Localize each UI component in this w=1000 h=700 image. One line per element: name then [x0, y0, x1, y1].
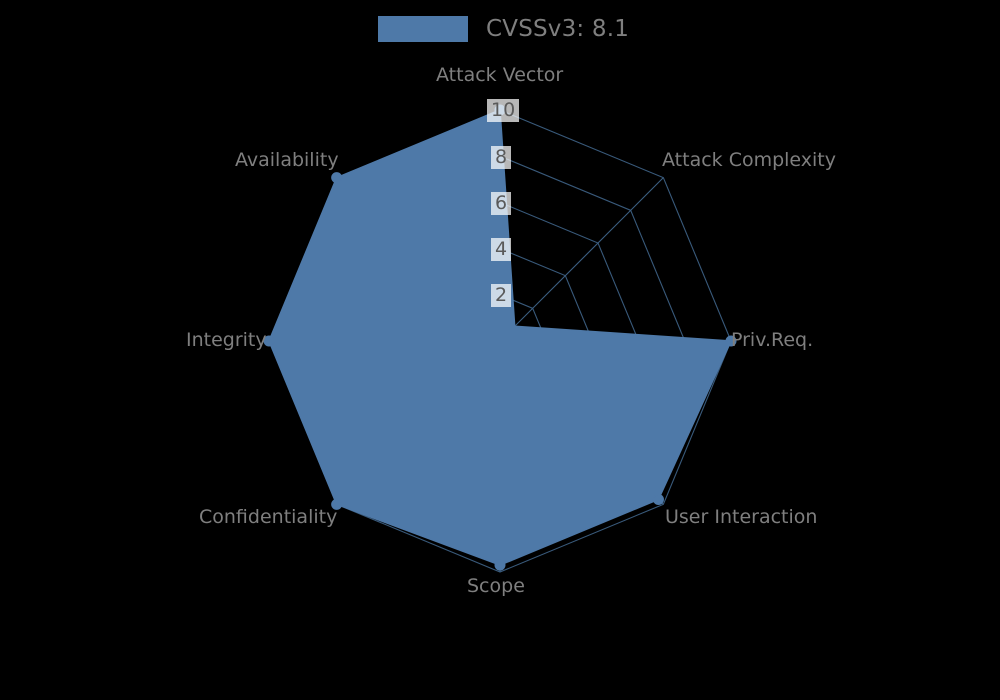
radial-tick-2: 2 [491, 284, 512, 307]
axis-label-availability: Availability [235, 149, 339, 171]
radar-data-point [652, 493, 664, 505]
axis-label-attack-vector: Attack Vector [436, 64, 564, 86]
radar-data-point [494, 559, 506, 571]
radial-tick-8: 8 [491, 146, 512, 169]
radar-chart: CVSSv3: 8.1 Attack Vector Attack Complex… [0, 0, 1000, 700]
radial-tick-4: 4 [491, 238, 512, 261]
axis-label-scope: Scope [467, 575, 525, 597]
axis-label-priv-req: Priv.Req. [731, 329, 814, 351]
axis-label-confidentiality: Confidentiality [199, 506, 338, 528]
axis-label-user-interaction: User Interaction [665, 506, 818, 528]
radar-data-point [331, 172, 343, 184]
axis-label-integrity: Integrity [186, 329, 267, 351]
axis-label-attack-complexity: Attack Complexity [662, 149, 837, 171]
radial-tick-6: 6 [491, 192, 512, 215]
radial-tick-10: 10 [487, 99, 520, 122]
